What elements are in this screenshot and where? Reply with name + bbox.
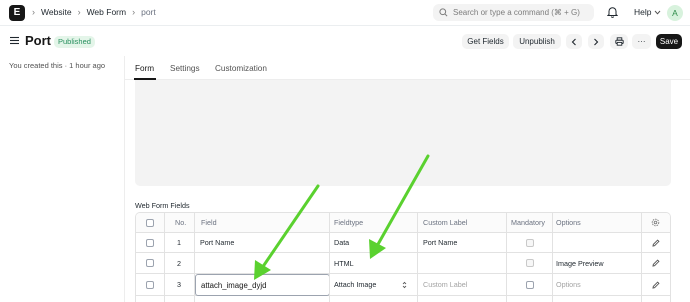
chevron-right-icon — [594, 38, 599, 45]
row-no: 2 — [177, 258, 181, 268]
options-input[interactable]: Options — [556, 274, 581, 295]
column-divider — [417, 213, 418, 302]
web-form-fields-table: No. Field Fieldtype Custom Label Mandato… — [135, 212, 671, 302]
column-field: Field — [201, 218, 217, 227]
breadcrumb-web-form[interactable]: Web Form — [87, 7, 127, 17]
row-checkbox[interactable] — [146, 238, 154, 247]
form-tabs: Form Settings Customization — [125, 56, 690, 80]
chevron-right-icon: › — [32, 7, 35, 17]
column-divider — [164, 213, 165, 302]
fieldtype-cell[interactable]: HTML — [334, 253, 354, 273]
table-row[interactable]: 2 HTML Image Preview — [136, 253, 670, 274]
mandatory-checkbox[interactable] — [526, 280, 534, 289]
content-divider — [124, 56, 125, 302]
column-divider — [506, 213, 507, 302]
row-no: 3 — [177, 280, 181, 289]
previous-button[interactable] — [566, 34, 582, 49]
print-button[interactable] — [610, 34, 628, 49]
tab-customization[interactable]: Customization — [215, 64, 267, 73]
bell-icon[interactable] — [607, 6, 618, 18]
fieldtype-cell: Attach Image — [334, 280, 377, 289]
breadcrumb-website[interactable]: Website — [41, 7, 72, 17]
chevron-down-icon — [655, 10, 661, 15]
edit-icon[interactable] — [652, 259, 660, 267]
menu-icon[interactable] — [10, 36, 19, 45]
avatar[interactable]: A — [667, 5, 683, 21]
created-note: You created this · 1 hour ago — [9, 61, 106, 70]
tab-form[interactable]: Form — [135, 64, 154, 73]
tab-settings[interactable]: Settings — [170, 64, 200, 73]
next-button[interactable] — [588, 34, 604, 49]
search-icon — [439, 8, 448, 17]
form-textarea[interactable] — [135, 80, 671, 186]
more-actions-button[interactable]: ··· — [632, 34, 651, 49]
chevron-right-icon: › — [132, 7, 136, 17]
web-form-fields-label: Web Form Fields — [135, 201, 190, 210]
mandatory-checkbox[interactable] — [526, 238, 534, 247]
mandatory-checkbox[interactable] — [526, 259, 534, 267]
fieldtype-cell[interactable]: Data — [334, 233, 349, 252]
column-options: Options — [556, 218, 581, 227]
custom-label-input[interactable]: Custom Label — [423, 274, 467, 295]
custom-label-cell[interactable]: Port Name — [423, 233, 457, 252]
chevron-left-icon — [571, 38, 576, 45]
settings-icon[interactable] — [651, 218, 660, 227]
save-button[interactable]: Save — [656, 34, 682, 49]
select-all-checkbox[interactable] — [146, 218, 154, 227]
chevron-right-icon: › — [77, 7, 81, 17]
column-divider — [329, 213, 330, 302]
table-row[interactable]: 1 Port Name Data Port Name — [136, 233, 670, 253]
field-cell[interactable]: Port Name — [200, 233, 234, 252]
table-header: No. Field Fieldtype Custom Label Mandato… — [136, 213, 670, 233]
get-fields-button[interactable]: Get Fields — [462, 34, 509, 49]
search-bar[interactable] — [433, 4, 594, 21]
row-no: 1 — [177, 238, 181, 247]
column-divider — [552, 213, 553, 302]
row-checkbox[interactable] — [146, 280, 154, 289]
unpublish-button[interactable]: Unpublish — [513, 34, 561, 49]
column-mandatory: Mandatory — [511, 218, 545, 227]
column-divider — [194, 213, 195, 302]
help-dropdown[interactable]: Help — [634, 7, 661, 17]
breadcrumb: › Website › Web Form › port — [32, 7, 156, 17]
logo-icon[interactable]: E — [9, 5, 25, 21]
printer-icon — [614, 37, 624, 46]
column-divider — [641, 213, 642, 302]
select-arrows-icon — [403, 281, 407, 288]
edit-icon[interactable] — [652, 280, 660, 289]
column-custom-label: Custom Label — [423, 218, 468, 227]
column-no: No. — [175, 218, 187, 227]
edit-icon[interactable] — [652, 238, 660, 247]
navbar: E › Website › Web Form › port Help A — [0, 0, 690, 26]
row-checkbox[interactable] — [146, 259, 154, 267]
search-input[interactable] — [453, 8, 593, 17]
field-input-active[interactable]: attach_image_dyjd — [195, 274, 330, 296]
status-badge: Published — [54, 36, 95, 48]
breadcrumb-current[interactable]: port — [141, 7, 156, 17]
fieldtype-select[interactable]: Attach Image — [334, 274, 407, 295]
column-fieldtype: Fieldtype — [334, 218, 364, 227]
page-title: Port — [25, 33, 51, 48]
options-cell[interactable]: Image Preview — [556, 253, 604, 273]
help-label: Help — [634, 7, 652, 17]
